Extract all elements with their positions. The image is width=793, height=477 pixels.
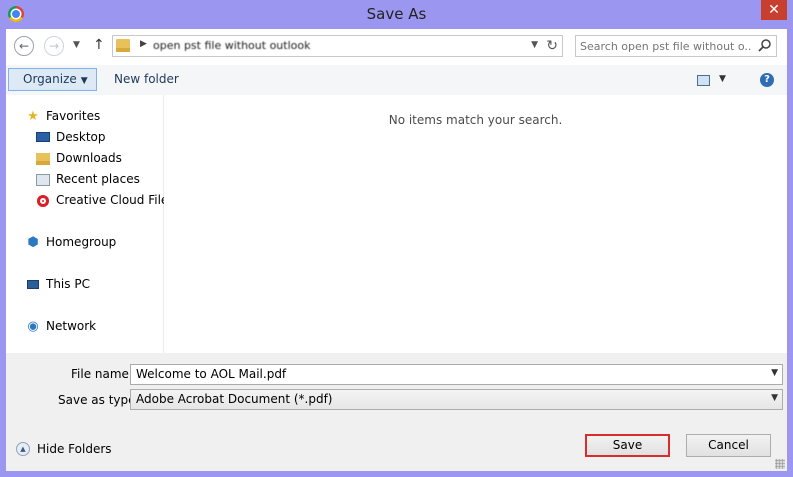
dialog-title: Save As <box>366 5 427 23</box>
save-as-type-label: Save as type: <box>58 393 140 407</box>
breadcrumb-arrow-icon[interactable]: ▶ <box>140 39 147 49</box>
search-box[interactable] <box>575 35 777 57</box>
recent-places-icon <box>35 172 51 188</box>
change-view-icon[interactable] <box>697 75 710 86</box>
computer-icon <box>25 277 41 293</box>
chevron-down-icon[interactable]: ▼ <box>771 368 778 378</box>
search-icon[interactable] <box>758 38 772 52</box>
network-icon: ◉ <box>27 319 39 334</box>
caret-down-icon: ▼ <box>80 76 88 86</box>
organize-label: Organize <box>23 72 77 86</box>
navigation-bar: ← → ▼ ↑ ▶ open pst file without outlook … <box>6 29 787 65</box>
help-icon[interactable]: ? <box>760 73 774 87</box>
creative-cloud-icon <box>35 193 51 209</box>
collapse-arrow-icon: ▲ <box>16 442 30 456</box>
cancel-button[interactable]: Cancel <box>686 434 771 457</box>
hide-folders-label: Hide Folders <box>37 442 112 456</box>
close-button[interactable]: ✕ <box>761 0 787 20</box>
desktop-icon <box>35 130 51 146</box>
title-bar[interactable]: Save As ✕ <box>0 0 793 29</box>
refresh-icon[interactable]: ↻ <box>546 38 558 54</box>
organize-button[interactable]: Organize ▼ <box>8 68 97 91</box>
new-folder-button[interactable]: New folder <box>114 72 179 86</box>
view-options-dropdown-icon[interactable]: ▼ <box>719 74 726 84</box>
save-as-dialog: Save As ✕ ← → ▼ ↑ ▶ open pst file withou… <box>0 0 793 477</box>
sidebar-item-label: Network <box>46 319 97 333</box>
downloads-icon <box>35 151 51 167</box>
navigation-pane: ★ Favorites Desktop Downloads Recent pla… <box>6 95 175 353</box>
file-name-value[interactable]: Welcome to AOL Mail.pdf <box>136 367 286 381</box>
chevron-down-icon[interactable]: ▼ <box>771 393 778 403</box>
sidebar-item-label: This PC <box>46 277 90 291</box>
folder-icon <box>116 39 130 52</box>
address-bar[interactable]: ▶ open pst file without outlook ▼ ↻ <box>112 35 563 57</box>
save-as-type-select[interactable]: Adobe Acrobat Document (*.pdf) ▼ <box>130 389 783 410</box>
address-path[interactable]: open pst file without outlook <box>153 39 493 52</box>
sidebar-item-label: Favorites <box>46 109 101 123</box>
search-input[interactable] <box>580 38 752 54</box>
forward-button[interactable]: → <box>44 36 64 56</box>
file-name-label: File name: <box>71 367 133 381</box>
file-list-pane[interactable]: No items match your search. <box>164 95 787 353</box>
sidebar-item-label: Downloads <box>56 151 122 165</box>
homegroup-icon: ⬢ <box>27 235 39 250</box>
save-form: File name: Welcome to AOL Mail.pdf ▼ Sav… <box>6 353 787 471</box>
back-button[interactable]: ← <box>14 36 34 56</box>
command-toolbar: Organize ▼ New folder ▼ ? <box>6 65 787 96</box>
recent-locations-dropdown[interactable]: ▼ <box>73 40 80 50</box>
save-button[interactable]: Save <box>585 434 670 457</box>
dialog-body: ← → ▼ ↑ ▶ open pst file without outlook … <box>6 29 787 471</box>
empty-search-message: No items match your search. <box>388 113 563 127</box>
sidebar-item-label: Creative Cloud Files <box>56 193 175 207</box>
save-as-type-value: Adobe Acrobat Document (*.pdf) <box>136 392 333 406</box>
star-icon: ★ <box>27 109 39 124</box>
sidebar-item-label: Homegroup <box>46 235 117 249</box>
resize-grip-icon[interactable] <box>775 459 785 469</box>
file-name-field[interactable]: Welcome to AOL Mail.pdf ▼ <box>130 364 783 385</box>
sidebar-item-label: Desktop <box>56 130 106 144</box>
address-dropdown-icon[interactable]: ▼ <box>531 40 538 50</box>
up-button[interactable]: ↑ <box>93 37 105 53</box>
sidebar-item-label: Recent places <box>56 172 140 186</box>
